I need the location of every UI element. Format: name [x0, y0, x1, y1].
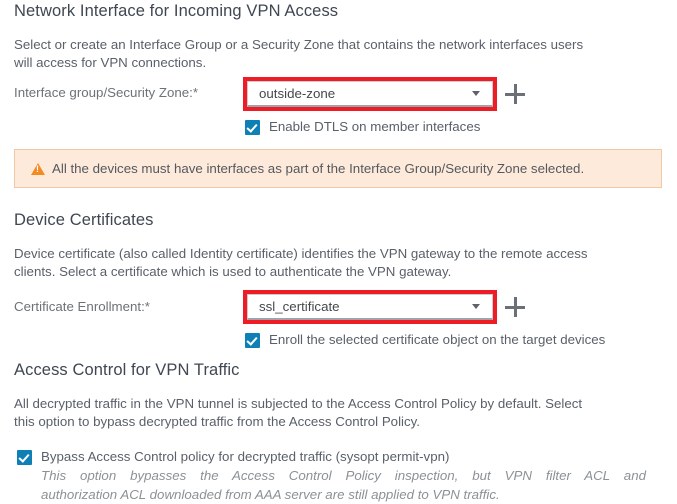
bypass-access-control-note-line2: authorization ACL downloaded from AAA se… — [41, 486, 646, 504]
certificate-enrollment-dropdown-value: ssl_certificate — [259, 299, 472, 314]
chevron-down-icon — [472, 91, 480, 96]
device-certificates-section-heading: Device Certificates — [14, 210, 153, 231]
enroll-certificate-checkbox-row[interactable]: Enroll the selected certificate object o… — [245, 331, 605, 349]
network-interface-section-heading: Network Interface for Incoming VPN Acces… — [14, 1, 338, 22]
device-certificates-description-line2: clients. Select a certificate which is u… — [14, 263, 669, 281]
certificate-enrollment-dropdown-highlight: ssl_certificate — [243, 290, 497, 324]
enable-dtls-checkbox[interactable] — [245, 120, 260, 135]
access-control-section-heading: Access Control for VPN Traffic — [14, 360, 240, 381]
device-certificates-description-line1: Device certificate (also called Identity… — [14, 245, 669, 263]
bypass-access-control-note: This option bypasses the Access Control … — [41, 467, 646, 504]
certificate-enrollment-dropdown[interactable]: ssl_certificate — [247, 294, 493, 320]
enable-dtls-checkbox-label: Enable DTLS on member interfaces — [269, 118, 480, 136]
enroll-certificate-checkbox[interactable] — [245, 333, 260, 348]
bypass-access-control-checkbox-row[interactable]: Bypass Access Control policy for decrypt… — [17, 448, 449, 466]
access-control-description-line1: All decrypted traffic in the VPN tunnel … — [14, 395, 669, 413]
network-interface-description-line1: Select or create an Interface Group or a… — [14, 36, 664, 54]
enable-dtls-checkbox-row[interactable]: Enable DTLS on member interfaces — [245, 118, 480, 136]
network-interface-description-line2: will access for VPN connections. — [14, 54, 664, 72]
access-control-description-line2: this option to bypass decrypted traffic … — [14, 413, 669, 431]
interface-group-dropdown[interactable]: outside-zone — [247, 81, 493, 107]
interface-group-warning-banner: All the devices must have interfaces as … — [14, 149, 662, 188]
interface-group-warning-text: All the devices must have interfaces as … — [52, 161, 584, 176]
interface-group-field-label: Interface group/Security Zone:* — [14, 85, 198, 100]
add-certificate-enrollment-button[interactable] — [505, 297, 525, 317]
interface-group-dropdown-value: outside-zone — [259, 86, 472, 101]
bypass-access-control-checkbox[interactable] — [17, 450, 32, 465]
enroll-certificate-checkbox-label: Enroll the selected certificate object o… — [269, 331, 605, 349]
vpn-policy-wizard-panel: Network Interface for Incoming VPN Acces… — [0, 0, 677, 503]
bypass-access-control-checkbox-label: Bypass Access Control policy for decrypt… — [41, 448, 449, 466]
warning-triangle-icon — [31, 163, 45, 175]
certificate-enrollment-field-label: Certificate Enrollment:* — [14, 299, 150, 314]
add-interface-group-button[interactable] — [505, 84, 525, 104]
interface-group-dropdown-highlight: outside-zone — [243, 77, 497, 111]
bypass-access-control-note-line1: This option bypasses the Access Control … — [41, 467, 646, 486]
chevron-down-icon — [472, 304, 480, 309]
